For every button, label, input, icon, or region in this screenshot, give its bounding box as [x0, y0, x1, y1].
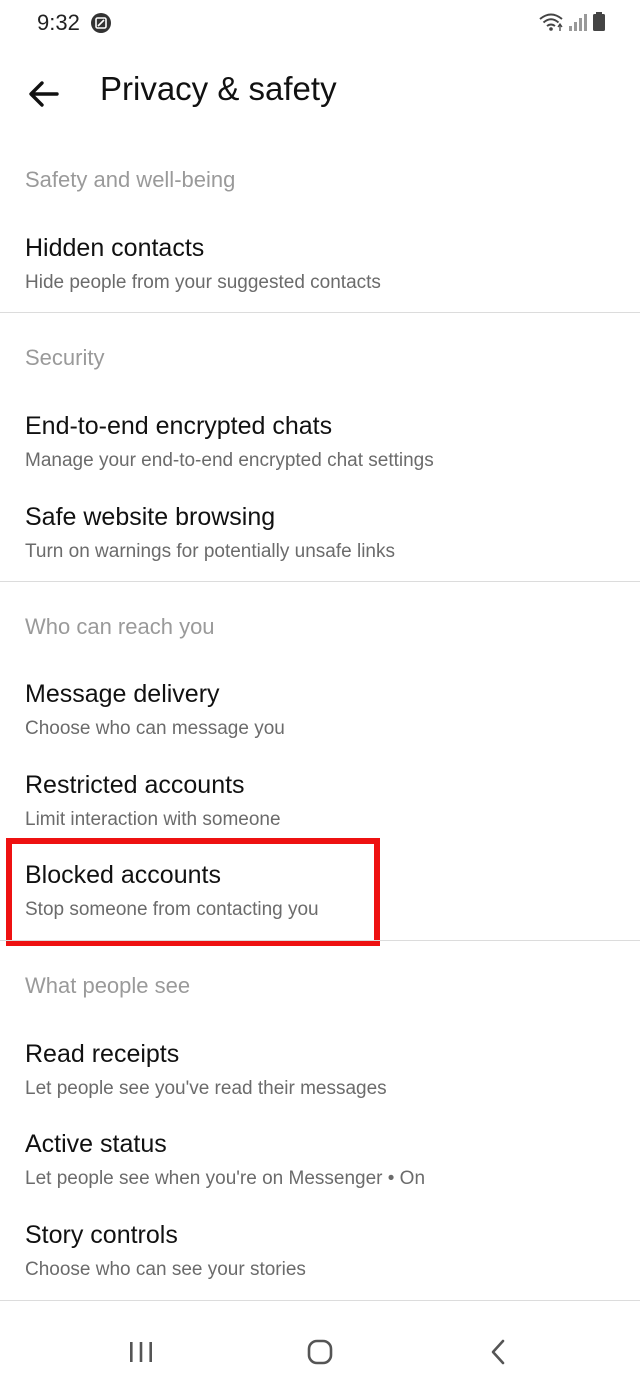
restricted-accounts-item[interactable]: Restricted accounts Limit interaction wi…: [0, 763, 640, 853]
section-header-reach: Who can reach you: [25, 614, 215, 639]
safe-browsing-item[interactable]: Safe website browsing Turn on warnings f…: [0, 495, 640, 585]
section-divider: [0, 312, 640, 313]
encrypted-chats-item[interactable]: End-to-end encrypted chats Manage your e…: [0, 404, 640, 494]
message-delivery-item[interactable]: Message delivery Choose who can message …: [0, 672, 640, 762]
status-bar: 9:32: [0, 0, 640, 50]
item-title: Safe website browsing: [25, 503, 276, 531]
item-title: Hidden contacts: [25, 234, 205, 262]
section-header-safety: Safety and well-being: [25, 167, 236, 192]
wifi-icon: [538, 11, 564, 38]
item-subtitle: Turn on warnings for potentially unsafe …: [25, 541, 395, 562]
hidden-contacts-item[interactable]: Hidden contacts Hide people from your su…: [0, 226, 640, 316]
home-button[interactable]: [295, 1327, 345, 1377]
item-title: Blocked accounts: [25, 861, 221, 889]
back-button[interactable]: [22, 72, 66, 116]
item-title: Message delivery: [25, 680, 220, 708]
item-subtitle: Stop someone from contacting you: [25, 899, 319, 920]
app-bar: Privacy & safety: [0, 50, 640, 136]
section-divider: [0, 940, 640, 941]
nav-back-button[interactable]: [474, 1327, 524, 1377]
story-controls-item[interactable]: Story controls Choose who can see your s…: [0, 1213, 640, 1303]
notification-icon: [90, 12, 112, 34]
item-subtitle: Choose who can see your stories: [25, 1259, 306, 1280]
recent-apps-icon: [130, 1342, 152, 1362]
page-title: Privacy & safety: [100, 70, 337, 107]
item-subtitle: Let people see you've read their message…: [25, 1078, 387, 1099]
section-header-security: Security: [25, 345, 105, 370]
item-subtitle: Hide people from your suggested contacts: [25, 272, 381, 293]
read-receipts-item[interactable]: Read receipts Let people see you've read…: [0, 1032, 640, 1122]
status-icons: [538, 11, 606, 38]
arrow-left-icon: [29, 81, 59, 107]
item-title: Read receipts: [25, 1040, 180, 1068]
active-status-item[interactable]: Active status Let people see when you're…: [0, 1122, 640, 1212]
section-header-visibility: What people see: [25, 973, 191, 998]
item-subtitle: Let people see when you're on Messenger …: [25, 1168, 426, 1189]
item-title: Restricted accounts: [25, 771, 245, 799]
item-subtitle: Choose who can message you: [25, 718, 285, 739]
blocked-accounts-item[interactable]: Blocked accounts Stop someone from conta…: [0, 853, 640, 943]
home-icon: [307, 1339, 333, 1365]
chevron-left-icon: [491, 1339, 505, 1365]
item-subtitle: Limit interaction with someone: [25, 809, 281, 830]
system-nav-bar: [0, 1301, 640, 1387]
battery-icon: [592, 11, 606, 38]
signal-icon: [568, 11, 588, 38]
section-divider: [0, 581, 640, 582]
recent-apps-button[interactable]: [116, 1327, 166, 1377]
item-title: Active status: [25, 1130, 167, 1158]
item-title: End-to-end encrypted chats: [25, 412, 333, 440]
item-subtitle: Manage your end-to-end encrypted chat se…: [25, 450, 434, 471]
status-time: 9:32: [37, 10, 80, 35]
item-title: Story controls: [25, 1221, 178, 1249]
